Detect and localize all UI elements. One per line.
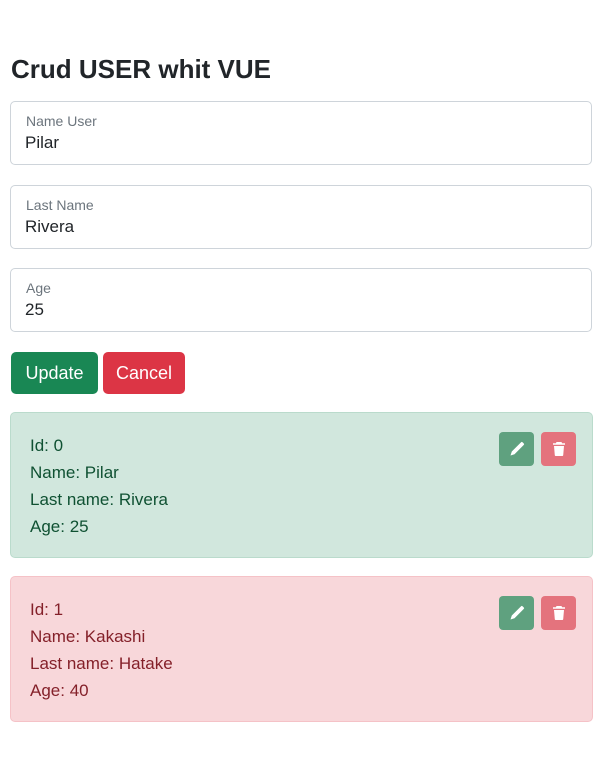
user-card: Id: 1 Name: Kakashi Last name: Hatake Ag… xyxy=(10,576,593,722)
user-age: 25 xyxy=(69,517,89,536)
last-name-label: Last Name xyxy=(26,197,94,213)
user-age: 40 xyxy=(69,681,89,700)
page-title: Crud USER whit VUE xyxy=(11,54,272,84)
name-user-field[interactable]: Name User xyxy=(10,101,592,165)
pencil-icon xyxy=(510,441,524,456)
user-last-name: Hatake xyxy=(118,654,173,673)
edit-user-button[interactable] xyxy=(499,432,534,466)
user-name-line: Name: Kakashi xyxy=(30,627,146,646)
user-last-name-line: Last name: Rivera xyxy=(30,490,168,509)
user-name: Pilar xyxy=(84,463,119,482)
user-name: Kakashi xyxy=(84,627,146,646)
age-label: Age xyxy=(26,280,51,296)
trash-icon xyxy=(552,606,565,621)
user-card: Id: 0 Name: Pilar Last name: Rivera Age:… xyxy=(10,412,593,558)
user-id-line: Id: 0 xyxy=(30,436,64,455)
age-field[interactable]: Age xyxy=(10,268,592,332)
name-user-input[interactable] xyxy=(25,133,565,153)
edit-user-button[interactable] xyxy=(499,596,534,630)
age-input[interactable] xyxy=(25,300,565,320)
crud-page: Crud USER whit VUE Name User Last Name A… xyxy=(0,0,601,760)
user-age-line: Age: 40 xyxy=(30,681,89,700)
user-id: 0 xyxy=(53,436,64,455)
name-user-label: Name User xyxy=(26,113,97,129)
user-id: 1 xyxy=(53,600,64,619)
update-button[interactable]: Update xyxy=(11,352,98,394)
user-name-line: Name: Pilar xyxy=(30,463,119,482)
delete-user-button[interactable] xyxy=(541,432,576,466)
delete-user-button[interactable] xyxy=(541,596,576,630)
user-last-name-line: Last name: Hatake xyxy=(30,654,173,673)
pencil-icon xyxy=(510,605,524,620)
user-age-line: Age: 25 xyxy=(30,517,89,536)
last-name-input[interactable] xyxy=(25,217,565,237)
user-id-line: Id: 1 xyxy=(30,600,64,619)
user-last-name: Rivera xyxy=(118,490,168,509)
cancel-button[interactable]: Cancel xyxy=(103,352,185,394)
last-name-field[interactable]: Last Name xyxy=(10,185,592,249)
trash-icon xyxy=(552,442,565,457)
